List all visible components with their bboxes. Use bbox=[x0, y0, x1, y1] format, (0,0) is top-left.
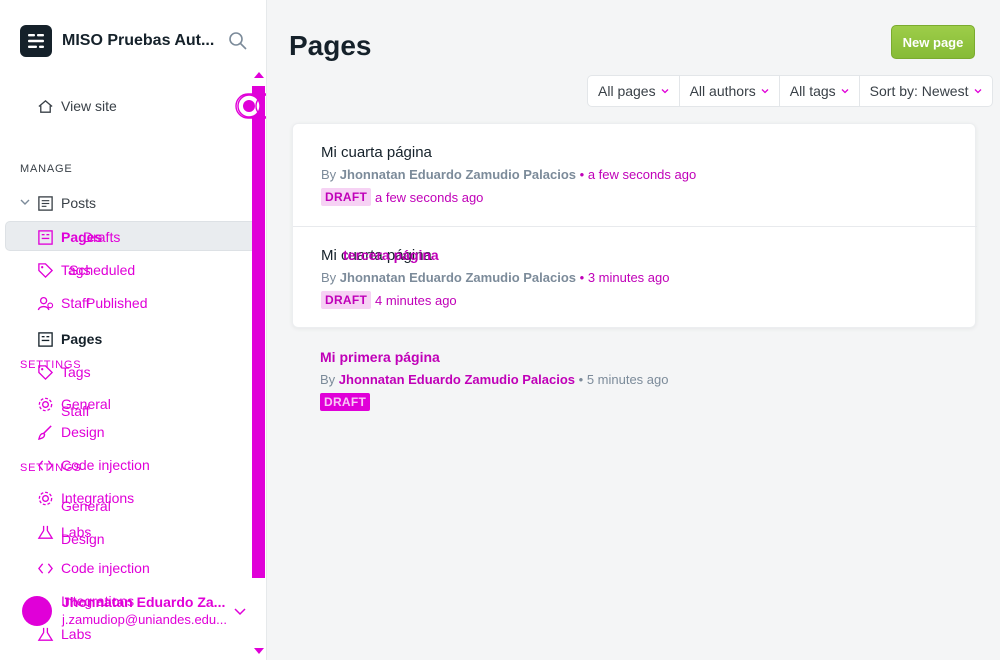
pages-icon bbox=[36, 228, 54, 246]
view-site-label: View site bbox=[61, 98, 117, 114]
user-name[interactable]: Jhonnatan Eduardo Za... bbox=[62, 594, 225, 610]
nav-published[interactable]: Staff Published bbox=[36, 292, 148, 314]
list-item[interactable]: Mi cuarta página tercera página By Jhonn… bbox=[293, 226, 977, 328]
staff-icon bbox=[36, 294, 54, 312]
list-item[interactable]: Mi cuarta página By Jhonnatan Eduardo Za… bbox=[293, 124, 977, 226]
pages-list: Mi cuarta página By Jhonnatan Eduardo Za… bbox=[292, 123, 977, 328]
item-meta: By Jhonnatan Eduardo Zamudio Palacios • … bbox=[321, 270, 669, 285]
posts-icon bbox=[36, 194, 54, 212]
staff-label: Staff bbox=[61, 403, 90, 419]
filter-type[interactable]: All pages bbox=[588, 76, 680, 106]
item-title: Mi primera página bbox=[320, 349, 440, 365]
tag-icon bbox=[36, 261, 54, 279]
dark-mode-toggle[interactable] bbox=[235, 92, 267, 120]
filter-author[interactable]: All authors bbox=[680, 76, 780, 106]
brand[interactable]: MISO Pruebas Aut... bbox=[20, 25, 214, 57]
nav-staff[interactable]: General Staff bbox=[36, 393, 111, 419]
nav-integrations-ghost[interactable]: Integrations General bbox=[36, 487, 134, 514]
flask-icon bbox=[36, 625, 54, 643]
ghost-logo-icon bbox=[20, 25, 52, 57]
status-time: a few seconds ago bbox=[375, 190, 484, 205]
design-ghost-label: Design bbox=[61, 531, 105, 547]
status-badge: DRAFT bbox=[321, 291, 372, 309]
code-icon bbox=[36, 559, 54, 577]
chevron-down-icon bbox=[974, 89, 981, 94]
nav-code-injection[interactable]: Code injection bbox=[36, 557, 150, 579]
filter-sort-label: Sort by: Newest bbox=[869, 83, 969, 99]
new-page-button[interactable]: New page bbox=[891, 25, 975, 59]
pages-label: Pages bbox=[61, 331, 103, 347]
item-author: Jhonnatan Eduardo Zamudio Palacios bbox=[339, 167, 576, 182]
settings-section-label: SETTINGS bbox=[20, 462, 82, 474]
item-time: a few seconds ago bbox=[587, 167, 697, 182]
posts-label: Posts bbox=[61, 195, 97, 211]
drafts-label: Drafts bbox=[83, 229, 121, 245]
chevron-down-icon bbox=[661, 89, 669, 94]
nav-tags[interactable]: Tags bbox=[36, 361, 91, 383]
filter-author-label: All authors bbox=[689, 83, 756, 99]
scroll-down-arrow[interactable] bbox=[254, 648, 264, 654]
meta-separator: • bbox=[579, 270, 585, 285]
avatar[interactable] bbox=[22, 596, 52, 626]
page-title: Pages bbox=[289, 30, 372, 61]
scheduled-label: Scheduled bbox=[69, 262, 136, 278]
chevron-down-icon[interactable] bbox=[19, 196, 31, 208]
by-label: By bbox=[320, 372, 336, 387]
item-meta: By Jhonnatan Eduardo Zamudio Palacios • … bbox=[321, 167, 696, 182]
sidebar-scrollbar[interactable] bbox=[252, 86, 265, 578]
item-time: 5 minutes ago bbox=[586, 372, 669, 387]
manage-section-label: MANAGE bbox=[20, 163, 73, 175]
meta-separator: • bbox=[578, 372, 584, 387]
by-label: By bbox=[321, 167, 337, 182]
item-time: 3 minutes ago bbox=[587, 270, 670, 285]
search-icon[interactable] bbox=[228, 31, 248, 51]
item-title: Mi cuarta página tercera página bbox=[321, 247, 439, 264]
item-author: Jhonnatan Eduardo Zamudio Palacios bbox=[338, 372, 575, 387]
filter-tag-label: All tags bbox=[789, 83, 836, 99]
chevron-down-icon bbox=[841, 89, 849, 94]
sidebar: MISO Pruebas Aut... View site MANAGE Pos… bbox=[0, 0, 267, 660]
chevron-down-icon bbox=[761, 89, 769, 94]
general-label: General bbox=[61, 498, 111, 514]
nav-scheduled[interactable]: Tags Scheduled bbox=[36, 259, 135, 281]
design-label: Design bbox=[61, 424, 105, 440]
published-label: Published bbox=[86, 295, 148, 311]
item-author: Jhonnatan Eduardo Zamudio Palacios bbox=[339, 270, 576, 285]
by-label: By bbox=[321, 270, 337, 285]
site-title: MISO Pruebas Aut... bbox=[62, 32, 215, 49]
meta-separator: • bbox=[579, 167, 585, 182]
filter-sort[interactable]: Sort by: Newest bbox=[860, 76, 992, 106]
tags-label: Tags bbox=[61, 364, 91, 380]
code-injection-label: Code injection bbox=[61, 560, 150, 576]
home-icon bbox=[36, 97, 54, 115]
flask-icon bbox=[36, 523, 54, 541]
nav-design[interactable]: Design bbox=[36, 421, 105, 443]
tag-icon bbox=[36, 363, 54, 381]
nav-view-site[interactable]: View site bbox=[36, 95, 117, 117]
nav-labs-ghost[interactable]: Labs Design bbox=[36, 521, 105, 547]
chevron-down-icon[interactable] bbox=[233, 604, 247, 618]
status-badge: DRAFT bbox=[320, 393, 371, 411]
gear-icon bbox=[36, 395, 54, 413]
nav-posts[interactable]: Posts bbox=[36, 192, 96, 214]
filter-bar: All pages All authors All tags Sort by: … bbox=[587, 75, 993, 107]
pages-icon bbox=[36, 330, 54, 348]
integrations-icon bbox=[36, 489, 54, 507]
user-email: j.zamudiop@uniandes.edu... bbox=[62, 612, 227, 627]
item-meta: By Jhonnatan Eduardo Zamudio Palacios • … bbox=[320, 372, 668, 387]
item-title-overlay: tercera página bbox=[343, 247, 439, 263]
status-badge: DRAFT bbox=[321, 188, 372, 206]
item-title: Mi cuarta página bbox=[321, 144, 432, 161]
filter-type-label: All pages bbox=[598, 83, 656, 99]
status-time: 4 minutes ago bbox=[375, 293, 457, 308]
scroll-up-arrow[interactable] bbox=[254, 72, 264, 78]
nav-pages[interactable]: Pages bbox=[36, 328, 102, 350]
filter-tag[interactable]: All tags bbox=[780, 76, 860, 106]
list-item[interactable]: Mi primera página By Jhonnatan Eduardo Z… bbox=[292, 328, 976, 428]
nav-drafts[interactable]: Pages Drafts bbox=[36, 226, 120, 248]
brush-icon bbox=[36, 423, 54, 441]
labs-label: Labs bbox=[61, 626, 92, 642]
